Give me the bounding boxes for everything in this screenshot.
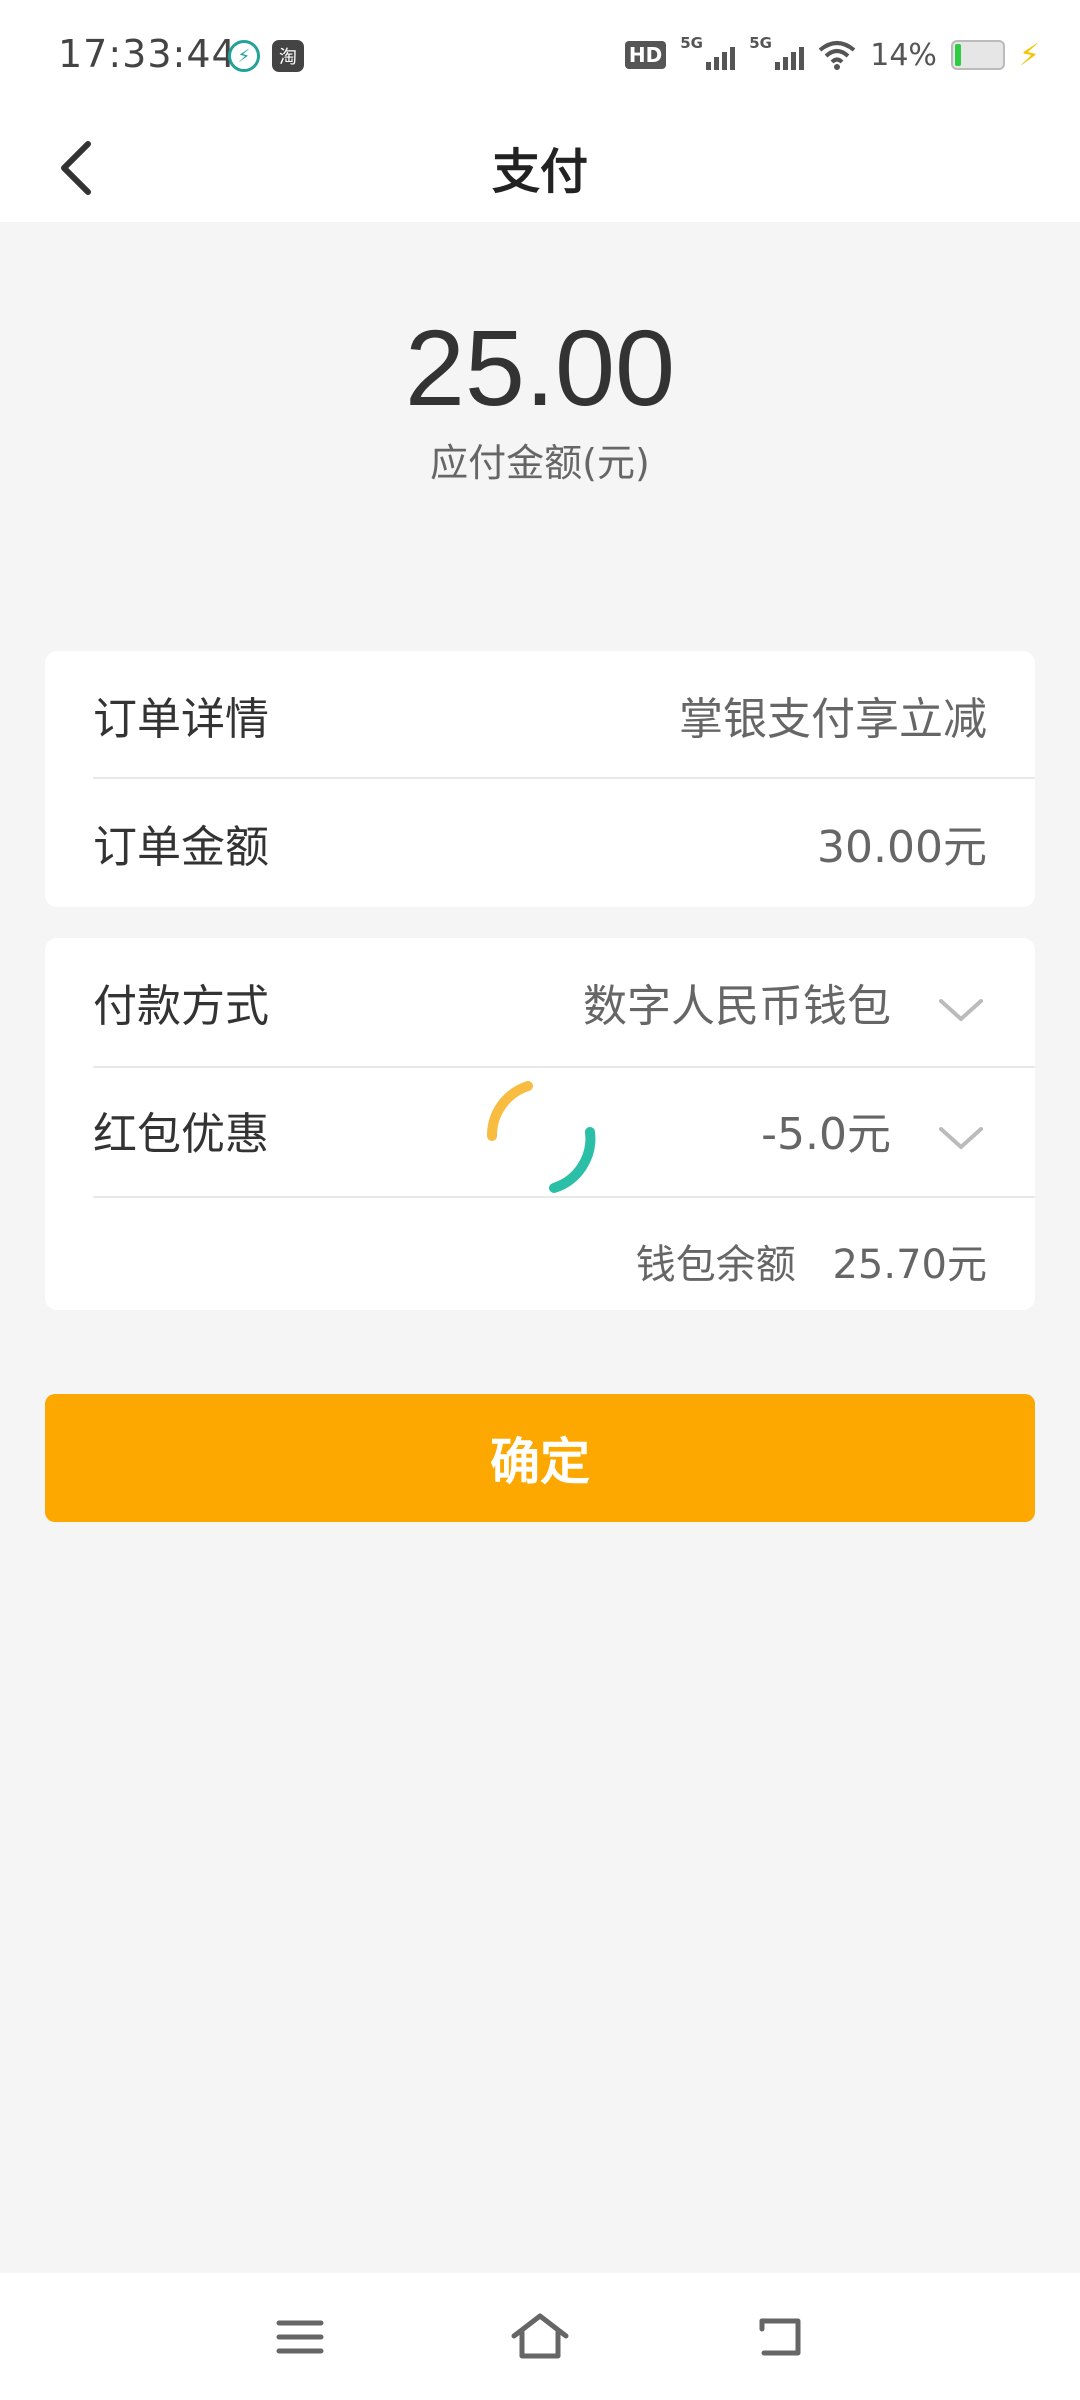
payment-method-selector[interactable]: 数字人民币钱包: [583, 970, 987, 1034]
wifi-icon: [818, 41, 856, 70]
chevron-down-icon: [939, 999, 983, 1021]
order-card: 订单详情 掌银支付享立减 订单金额 30.00元: [45, 651, 1035, 907]
order-detail-label: 订单详情: [93, 694, 269, 745]
loading-spinner-icon: [486, 1081, 596, 1193]
menu-icon: [276, 2320, 324, 2354]
menu-button[interactable]: [260, 2297, 340, 2377]
order-amount-row: 订单金额 30.00元: [93, 815, 987, 873]
status-time: 17:33:44: [58, 32, 237, 76]
wallet-balance-row: 钱包余额 25.70元: [636, 1232, 987, 1290]
battery-percent: 14%: [870, 37, 937, 73]
payment-method-value: 数字人民币钱包: [583, 981, 891, 1032]
system-nav-bar: [0, 2273, 1080, 2400]
home-icon: [511, 2313, 569, 2359]
payable-amount: 25.00: [404, 307, 676, 428]
confirm-button[interactable]: 确定: [45, 1394, 1035, 1522]
status-indicators: HD 5G 5G 14% ⚡: [624, 32, 1040, 78]
chevron-down-icon: [939, 1127, 983, 1149]
divider: [93, 1066, 1035, 1068]
payment-method-label: 付款方式: [93, 981, 269, 1032]
payable-amount-label: 应付金额(元): [430, 441, 650, 485]
red-packet-selector[interactable]: -5.0元: [761, 1098, 987, 1162]
shield-charge-icon: ⚡: [228, 40, 260, 72]
order-amount-value: 30.00元: [817, 822, 987, 873]
wallet-balance-value: 25.70元: [832, 1242, 987, 1288]
order-detail-row: 订单详情 掌银支付享立减: [93, 687, 987, 745]
signal-icon: 5G: [749, 34, 805, 70]
red-packet-label: 红包优惠: [93, 1109, 269, 1160]
signal-icon: 5G: [680, 34, 736, 70]
battery-icon: [950, 40, 1005, 70]
page-title: 支付: [491, 144, 588, 200]
order-detail-value: 掌银支付享立减: [679, 694, 987, 745]
app-header: 支付: [0, 110, 1080, 222]
status-bar: 17:33:44 ⚡ 淘 HD 5G 5G 14% ⚡: [0, 0, 1080, 110]
taobao-icon: 淘: [272, 40, 304, 72]
wallet-balance-label: 钱包余额: [635, 1242, 796, 1288]
return-icon: [759, 2318, 801, 2356]
payment-method-row[interactable]: 付款方式 数字人民币钱包: [93, 974, 987, 1032]
red-packet-value: -5.0元: [761, 1109, 891, 1160]
system-back-button[interactable]: [740, 2297, 820, 2377]
divider: [93, 777, 1035, 779]
home-button[interactable]: [500, 2297, 580, 2377]
charging-bolt-icon: ⚡: [1018, 37, 1040, 73]
hd-icon: HD: [624, 41, 667, 69]
order-amount-label: 订单金额: [93, 822, 269, 873]
